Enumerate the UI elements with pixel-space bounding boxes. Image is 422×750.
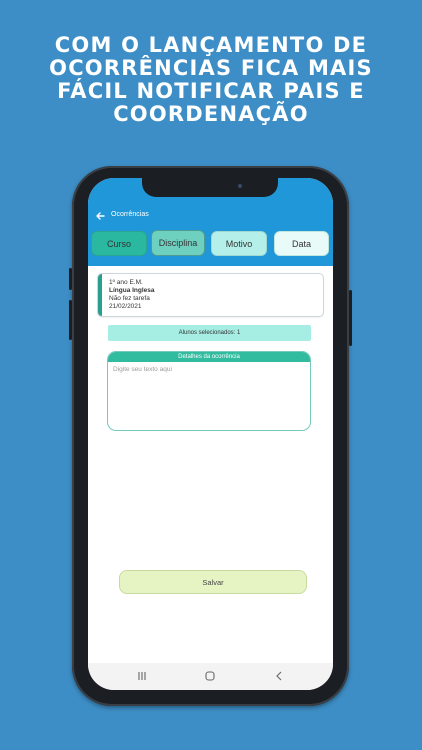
card-reason: Não fez tarefa xyxy=(109,295,150,302)
card-subject: Língua Inglesa xyxy=(109,287,155,294)
tab-motivo[interactable]: Motivo xyxy=(211,231,267,256)
home-icon[interactable] xyxy=(204,670,216,682)
phone-side-button-left xyxy=(69,268,72,290)
card-course: 1º ano E.M. xyxy=(109,279,143,286)
headline-line-4: COORDENAÇÃO xyxy=(113,102,309,126)
arrow-left-icon[interactable] xyxy=(95,211,105,221)
headline-line-2: OCORRÊNCIAS FICA MAIS xyxy=(49,56,373,80)
card-date: 21/02/2021 xyxy=(109,303,142,310)
headline-line-3: FÁCIL NOTIFICAR PAIS E xyxy=(57,79,365,103)
phone-power-button-right xyxy=(349,290,352,346)
occurrence-summary-card: 1º ano E.M. Língua Inglesa Não fez taref… xyxy=(98,274,323,316)
phone-volume-button-left xyxy=(69,300,72,340)
recent-apps-icon[interactable] xyxy=(136,670,148,682)
details-box: Detalhes da ocorrência xyxy=(107,351,311,431)
phone-screen: Ocorrências Curso Disciplina Motivo Data… xyxy=(88,178,333,690)
card-accent xyxy=(98,274,102,316)
save-button[interactable]: Salvar xyxy=(119,570,307,594)
headline-line-1: COM O LANÇAMENTO DE xyxy=(54,33,368,57)
details-title: Detalhes da ocorrência xyxy=(108,352,310,362)
android-nav-bar xyxy=(88,663,333,690)
tab-disciplina[interactable]: Disciplina xyxy=(151,230,205,256)
selected-students-bar[interactable]: Alunos selecionados: 1 xyxy=(108,325,311,341)
promo-headline: COM O LANÇAMENTO DE OCORRÊNCIAS FICA MAI… xyxy=(0,34,422,126)
tab-curso[interactable]: Curso xyxy=(91,231,147,256)
phone-notch xyxy=(142,177,278,197)
camera-icon xyxy=(238,184,242,188)
details-input[interactable] xyxy=(108,362,310,430)
app-bar-title: Ocorrências xyxy=(111,211,149,218)
back-nav-icon[interactable] xyxy=(273,670,285,682)
tab-data[interactable]: Data xyxy=(274,231,329,256)
